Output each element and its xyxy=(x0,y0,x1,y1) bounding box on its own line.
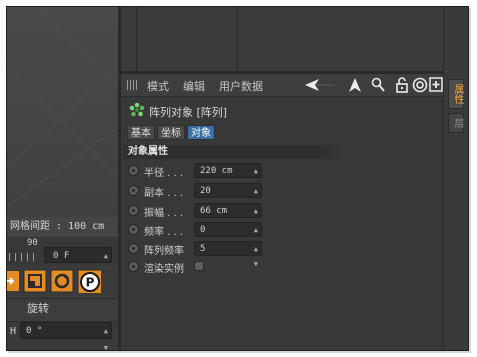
property-row-radius: 半径 . . . 220 cm ▲▼ xyxy=(128,163,268,190)
section-header: 对象属性 xyxy=(123,145,345,159)
frame-field-value: 0 F xyxy=(53,251,70,261)
array-frequency-value: 5 xyxy=(200,244,206,254)
animate-radio-icon[interactable] xyxy=(128,165,139,176)
move-tool-icon[interactable] xyxy=(6,269,23,293)
property-row-render-instances: 渲染实例 xyxy=(128,259,268,275)
menu-edit[interactable]: 编辑 xyxy=(183,78,205,94)
frequency-value: 0 xyxy=(200,225,206,235)
grid-spacing-status: 网格间距 : 100 cm xyxy=(7,217,118,237)
tool-bar: P xyxy=(7,265,118,297)
frequency-field[interactable]: 0 ▲▼ xyxy=(194,222,262,249)
array-frequency-field[interactable]: 5 ▲ ▼ xyxy=(194,241,262,268)
timeline-ruler-ticks xyxy=(9,253,39,261)
tab-attributes[interactable]: 属性 xyxy=(448,79,464,109)
scale-tool-icon[interactable] xyxy=(23,269,47,293)
object-manager[interactable] xyxy=(121,7,444,71)
property-row-copies: 副本 . . . 20 ▲▼ xyxy=(128,183,268,210)
object-column-divider xyxy=(136,7,137,71)
search-icon[interactable] xyxy=(371,77,385,93)
property-row-frequency: 频率 . . . 0 ▲▼ xyxy=(128,222,268,249)
rotate-tool-icon[interactable] xyxy=(50,269,74,293)
arrow-left-icon[interactable] xyxy=(303,77,337,93)
animate-radio-icon[interactable] xyxy=(128,185,139,196)
h-field-label: H xyxy=(10,326,17,337)
rotate-panel-title: 旋转 xyxy=(27,302,49,315)
h-rotation-field[interactable]: 0 ° ▲ ▼ xyxy=(20,322,112,350)
arrow-up-icon[interactable] xyxy=(348,77,362,93)
tab-object[interactable]: 对象 xyxy=(187,125,215,140)
object-column-divider xyxy=(237,7,238,71)
viewport-3d[interactable] xyxy=(7,7,118,217)
radius-value: 220 cm xyxy=(200,166,233,176)
frame-field[interactable]: 0 F ▲▼ xyxy=(44,247,112,276)
property-row-amplitude: 振幅 . . . 66 cm ▲▼ xyxy=(128,203,268,230)
app-window: 网格间距 : 100 cm 90 0 F ▲▼ P 旋转 xyxy=(6,6,469,351)
render-instances-checkbox[interactable] xyxy=(194,261,204,271)
property-label: 副本 . . . xyxy=(144,188,184,199)
property-label: 振幅 . . . xyxy=(144,208,184,219)
menu-user-data[interactable]: 用户数据 xyxy=(219,78,263,94)
timeline[interactable]: 90 0 F ▲▼ xyxy=(7,237,118,276)
attribute-tabs: 基本 坐标 对象 xyxy=(127,125,215,140)
attribute-menubar: 模式 编辑 用户数据 xyxy=(121,74,443,97)
new-panel-icon[interactable] xyxy=(429,77,443,93)
property-label: 渲染实例 xyxy=(144,264,184,275)
animate-radio-icon[interactable] xyxy=(128,205,139,216)
animate-radio-icon[interactable] xyxy=(128,261,139,272)
object-title: 阵列对象 [阵列] xyxy=(149,106,228,119)
attribute-manager: 模式 编辑 用户数据 阵列对象 [阵列] 基本 坐标 对象 对象属性 半径 . … xyxy=(121,74,443,350)
lock-icon[interactable] xyxy=(395,77,409,93)
property-row-array-frequency: 阵列频率 5 ▲ ▼ xyxy=(128,241,268,268)
property-label: 频率 . . . xyxy=(144,227,184,238)
menu-mode[interactable]: 模式 xyxy=(147,78,169,94)
tab-layers[interactable]: 层 xyxy=(448,113,464,133)
tab-basic[interactable]: 基本 xyxy=(127,125,155,140)
h-rotation-value: 0 ° xyxy=(26,326,43,336)
rotate-panel-header: 旋转 xyxy=(7,298,118,322)
animate-radio-icon[interactable] xyxy=(128,243,139,254)
property-label: 半径 . . . xyxy=(144,168,184,179)
target-icon[interactable] xyxy=(412,77,428,93)
amplitude-field[interactable]: 66 cm ▲▼ xyxy=(194,203,262,230)
property-label: 阵列频率 xyxy=(144,246,184,257)
h-spinner-icon[interactable]: ▲ ▼ xyxy=(104,323,108,350)
timeline-ruler-value: 90 xyxy=(27,238,38,248)
animate-radio-icon[interactable] xyxy=(128,224,139,235)
tab-coordinates[interactable]: 坐标 xyxy=(157,125,185,140)
viewport-grid xyxy=(7,7,118,208)
pan-tool-icon[interactable]: P xyxy=(77,269,101,293)
radius-field[interactable]: 220 cm ▲▼ xyxy=(194,163,262,190)
grip-handle-icon[interactable] xyxy=(127,80,139,90)
array-object-icon xyxy=(129,102,145,117)
amplitude-value: 66 cm xyxy=(200,206,228,216)
right-tab-strip: 属性 层 xyxy=(443,7,468,350)
copies-value: 20 xyxy=(200,186,211,196)
copies-field[interactable]: 20 ▲▼ xyxy=(194,183,262,210)
svg-text:P: P xyxy=(86,276,95,290)
